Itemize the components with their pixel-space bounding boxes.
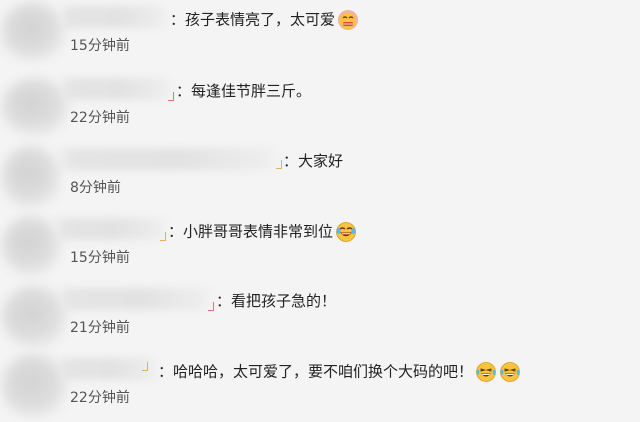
vip-badge-icon: [142, 362, 148, 371]
timestamp: 22分钟前: [70, 110, 130, 126]
grin-tears-emoji-icon: [499, 361, 521, 383]
timestamp: 21分钟前: [70, 320, 130, 336]
vip-badge-icon: [276, 160, 282, 169]
comment-item: ：大家好 8分钟前: [0, 142, 640, 212]
grin-tears-emoji-icon: [475, 361, 497, 383]
comment-text: ：哈哈哈，太可爱了，要不咱们换个大码的吧！: [158, 361, 521, 383]
username[interactable]: [54, 148, 282, 170]
avatar[interactable]: [2, 216, 60, 274]
timestamp: 8分钟前: [70, 180, 121, 196]
avatar[interactable]: [2, 2, 64, 60]
comment-body: ：看把孩子急的！: [216, 292, 337, 310]
comment-text: ：孩子表情亮了，太可爱: [170, 9, 359, 31]
comment-body: ：孩子表情亮了，太可爱: [170, 10, 336, 29]
comment-body: ：哈哈哈，太可爱了，要不咱们换个大码的吧！: [158, 362, 474, 381]
comment-body: ：大家好: [283, 152, 344, 170]
blush-emoji-icon: [337, 9, 359, 31]
comment-item: ：看把孩子急的！ 21分钟前: [0, 282, 640, 352]
vip-badge-icon: [168, 92, 174, 101]
vip-badge-icon: [208, 302, 214, 311]
comment-item: ：孩子表情亮了，太可爱 15分钟前: [0, 0, 640, 70]
comment-body: ：小胖哥哥表情非常到位: [168, 222, 334, 241]
comment-item: ：小胖哥哥表情非常到位 15分钟前: [0, 212, 640, 282]
avatar[interactable]: [2, 146, 60, 206]
comment-text: ：看把孩子急的！: [216, 291, 336, 311]
comment-text: ：大家好: [283, 151, 343, 171]
comment-body: ：每逢佳节胖三斤。: [176, 82, 312, 100]
laughing-tears-emoji-icon: [335, 221, 357, 243]
username[interactable]: [58, 6, 170, 28]
username[interactable]: [58, 78, 174, 100]
comment-item: ：每逢佳节胖三斤。 22分钟前: [0, 72, 640, 142]
vip-badge-icon: [160, 232, 166, 241]
timestamp: 15分钟前: [70, 38, 130, 54]
timestamp: 22分钟前: [70, 390, 130, 406]
username[interactable]: [56, 288, 214, 310]
comment-item: ：哈哈哈，太可爱了，要不咱们换个大码的吧！ 22分钟前: [0, 352, 640, 422]
username[interactable]: [54, 218, 168, 240]
timestamp: 15分钟前: [70, 250, 130, 266]
comment-list: ：孩子表情亮了，太可爱 15分钟前 ：每逢佳节胖三斤。 22分钟前 ：大家好 8…: [0, 0, 640, 421]
comment-text: ：每逢佳节胖三斤。: [176, 81, 311, 101]
comment-text: ：小胖哥哥表情非常到位: [168, 221, 357, 243]
